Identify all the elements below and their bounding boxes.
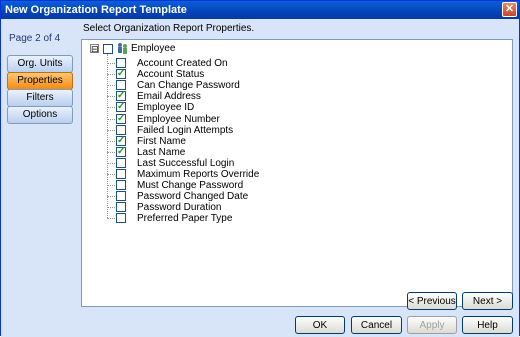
nav-options[interactable]: Options: [7, 106, 73, 124]
root-checkbox[interactable]: [103, 44, 113, 54]
tree-connector: [107, 107, 115, 109]
tree-item-label: Password Duration: [137, 202, 222, 214]
tree-connector: [107, 185, 115, 187]
tree-connector: [107, 196, 115, 198]
unchecked-checkbox[interactable]: [116, 157, 126, 168]
tree-connector: [107, 140, 115, 142]
sidebar: Page 2 of 4 Org. Units Properties Filter…: [1, 19, 77, 337]
tree-item-label: Email Address: [137, 91, 201, 103]
tree-connector: [107, 85, 115, 87]
checked-checkbox[interactable]: ✓: [116, 146, 126, 157]
tree-item-label: Password Changed Date: [137, 191, 249, 203]
tree-item-label: Maximum Reports Override: [137, 169, 260, 180]
tree-connector: [107, 207, 115, 209]
tree-connector: [107, 151, 115, 153]
nav-filters[interactable]: Filters: [7, 89, 73, 107]
tree-connector: [107, 118, 115, 120]
tree-item-label: Last Name: [137, 146, 186, 158]
instruction-text: Select Organization Report Properties.: [83, 23, 255, 34]
page-indicator: Page 2 of 4: [9, 33, 61, 44]
previous-button[interactable]: < Previous: [407, 292, 457, 310]
dialog-window: New Organization Report Template ✕ Page …: [0, 0, 520, 337]
apply-button: Apply: [407, 316, 457, 334]
employee-group-icon: [118, 43, 127, 54]
tree-root-label: Employee: [131, 43, 176, 54]
ok-button[interactable]: OK: [295, 316, 345, 334]
tree-item-label: Last Successful Login: [137, 157, 235, 169]
tree-item-label: Account Status: [137, 69, 205, 81]
collapse-icon[interactable]: ⊟: [90, 44, 99, 54]
close-button[interactable]: ✕: [502, 2, 517, 17]
tree-item-label: Preferred Paper Type: [137, 213, 233, 225]
tree-item-label: Employee Number: [137, 113, 220, 125]
tree-item-label: Failed Login Attempts: [137, 124, 234, 136]
checked-checkbox[interactable]: ✓: [116, 91, 126, 102]
tree-connector: [107, 174, 115, 175]
cancel-button[interactable]: Cancel: [351, 316, 402, 334]
tree-connector: [107, 162, 115, 164]
tree-connector: [107, 218, 115, 220]
next-button[interactable]: Next >: [462, 292, 513, 310]
help-button[interactable]: Help: [462, 316, 513, 334]
tree-connector: [107, 96, 115, 98]
tree-item-label: Can Change Password: [137, 80, 240, 92]
unchecked-checkbox[interactable]: [116, 169, 126, 179]
checked-checkbox[interactable]: ✓: [116, 69, 126, 80]
tree-connector: [107, 74, 115, 76]
unchecked-checkbox[interactable]: [116, 58, 126, 68]
unchecked-checkbox[interactable]: [116, 202, 126, 213]
nav-org-units[interactable]: Org. Units: [7, 55, 73, 73]
window-title: New Organization Report Template: [5, 4, 187, 16]
tree-item-label: Must Change Password: [137, 180, 244, 192]
unchecked-checkbox[interactable]: [116, 180, 126, 191]
checked-checkbox[interactable]: ✓: [116, 113, 126, 124]
tree-item-label: Account Created On: [137, 58, 228, 69]
tree-connector: [107, 129, 115, 131]
checked-checkbox[interactable]: ✓: [116, 102, 126, 113]
unchecked-checkbox[interactable]: [116, 213, 126, 224]
checked-checkbox[interactable]: ✓: [116, 135, 126, 146]
nav-properties[interactable]: Properties: [7, 72, 73, 90]
tree-connector: [107, 54, 108, 218]
unchecked-checkbox[interactable]: [116, 191, 126, 202]
tree-item-label: Employee ID: [137, 102, 195, 114]
main-panel: Select Organization Report Properties. ⊟…: [77, 19, 519, 337]
unchecked-checkbox[interactable]: [116, 80, 126, 91]
tree-item-label: First Name: [137, 135, 186, 147]
tree-connector: [107, 63, 115, 64]
unchecked-checkbox[interactable]: [116, 124, 126, 135]
properties-tree: ⊟ Employee Account Created On ✓ Account St…: [81, 39, 513, 307]
title-bar[interactable]: New Organization Report Template ✕: [1, 1, 519, 19]
